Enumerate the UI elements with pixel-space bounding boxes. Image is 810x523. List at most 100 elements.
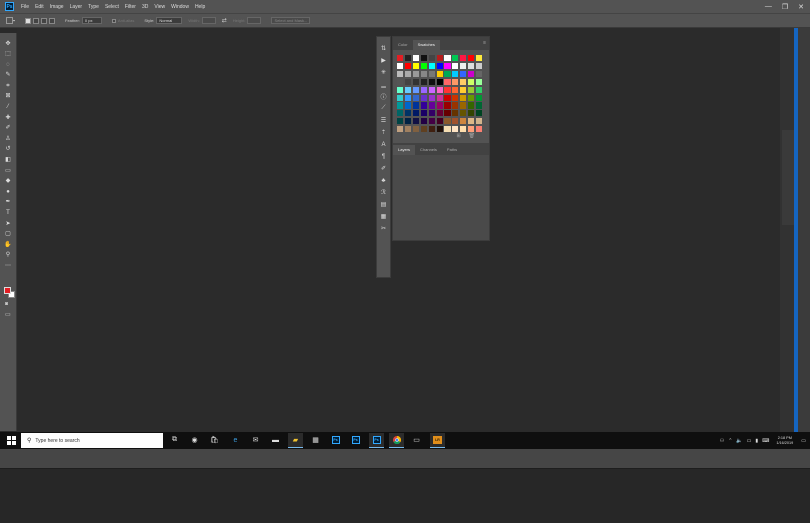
swatch[interactable] [460, 78, 467, 85]
quick-selection-icon[interactable]: ✎ [3, 71, 14, 80]
swatch[interactable] [452, 118, 459, 125]
brush-settings-icon[interactable]: ⟋ [379, 104, 389, 113]
swatch[interactable] [436, 55, 443, 62]
crop-icon[interactable]: ⌗ [3, 81, 14, 90]
swatch[interactable] [452, 78, 459, 85]
swatch[interactable] [460, 126, 467, 133]
panel-menu-icon[interactable]: ≡ [483, 40, 486, 46]
glyphs-panel-icon[interactable]: ℛ [379, 188, 389, 197]
mail-icon[interactable]: ✉ [248, 433, 263, 447]
tab-layers[interactable]: Layers [393, 145, 416, 155]
swatch[interactable] [397, 78, 404, 85]
swatch[interactable] [452, 126, 459, 133]
terminal-icon[interactable]: ▬ [268, 433, 283, 447]
swatch[interactable] [397, 102, 404, 109]
paragraph-panel-icon[interactable]: ¶ [379, 152, 389, 161]
lightroom-taskbar-icon[interactable]: LR [430, 433, 445, 448]
eraser-icon[interactable]: ◧ [3, 156, 14, 165]
swatch[interactable] [476, 110, 483, 117]
feather-input[interactable]: 0 px [81, 17, 102, 24]
swatch[interactable] [428, 86, 435, 93]
swatch[interactable] [436, 70, 443, 77]
collapsed-panel[interactable] [782, 130, 794, 225]
volume-icon[interactable]: 🔈 [736, 438, 742, 444]
swatch[interactable] [444, 94, 451, 101]
swatch[interactable] [397, 70, 404, 77]
menu-type[interactable]: Type [85, 4, 102, 10]
libraries-panel-icon[interactable]: ▤ [379, 200, 389, 209]
swatch[interactable] [404, 102, 412, 109]
swatch[interactable] [460, 62, 467, 70]
swatch[interactable] [428, 55, 435, 62]
swatch[interactable] [412, 118, 419, 125]
swatch[interactable] [428, 110, 435, 117]
swatch[interactable] [476, 62, 483, 70]
swatch[interactable] [468, 70, 475, 77]
swatch[interactable] [460, 110, 467, 117]
path-selection-icon[interactable]: ➤ [3, 219, 14, 228]
swatch[interactable] [460, 55, 467, 62]
swatch[interactable] [420, 102, 427, 109]
swatch[interactable] [444, 102, 451, 109]
swap-icon[interactable]: ⇄ [222, 17, 227, 24]
history-panel-icon[interactable]: ⇅ [379, 44, 389, 53]
calculator-icon[interactable]: ▦ [308, 433, 323, 447]
antialias-control[interactable]: Anti-alias [111, 18, 134, 23]
foreground-color-swatch[interactable] [4, 287, 11, 294]
swatch[interactable] [444, 55, 451, 62]
taskbar-clock[interactable]: 2:18 PM 1/16/2019 [776, 436, 793, 445]
swatch[interactable] [444, 62, 451, 70]
swatch[interactable] [452, 70, 459, 77]
zoom-icon[interactable]: ⚲ [3, 251, 14, 260]
swatch[interactable] [412, 110, 419, 117]
swatch[interactable] [460, 94, 467, 101]
actions-panel-icon[interactable]: ▶ [379, 56, 389, 65]
character-panel-icon[interactable]: A [379, 140, 389, 149]
swatch[interactable] [412, 70, 419, 77]
swatch[interactable] [404, 118, 412, 125]
menu-layer[interactable]: Layer [67, 4, 86, 10]
swatch[interactable] [404, 94, 412, 101]
swatch[interactable] [412, 102, 419, 109]
rectangular-marquee-icon[interactable]: ⬚ [3, 50, 14, 59]
swatch[interactable] [436, 118, 443, 125]
hand-icon[interactable]: ✋ [3, 240, 14, 249]
swatch[interactable] [444, 118, 451, 125]
swatch[interactable] [452, 55, 459, 62]
swatch[interactable] [404, 55, 412, 62]
swatch[interactable] [476, 78, 483, 85]
select-and-mask[interactable]: Select and Mask... [271, 17, 311, 24]
swatch[interactable] [412, 55, 419, 62]
transform-panel-icon[interactable]: ⇡ [379, 128, 389, 137]
swatch[interactable] [420, 110, 427, 117]
tab-swatches[interactable]: Swatches [412, 40, 440, 50]
swatch[interactable] [420, 70, 427, 77]
swatch[interactable] [420, 55, 427, 62]
antialias-checkbox[interactable] [111, 18, 116, 23]
swatch[interactable] [476, 94, 483, 101]
swatch[interactable] [412, 62, 419, 70]
swatch[interactable] [397, 118, 404, 125]
intersect-selection-icon[interactable] [49, 17, 55, 24]
swatch[interactable] [468, 78, 475, 85]
swatch[interactable] [404, 110, 412, 117]
network-icon[interactable]: ▭ [747, 438, 752, 444]
swatch[interactable] [476, 118, 483, 125]
layers-list[interactable] [393, 155, 489, 240]
swatch[interactable] [428, 118, 435, 125]
swatch[interactable] [404, 70, 412, 77]
pen-icon[interactable]: ✒ [3, 198, 14, 207]
swatch[interactable] [476, 86, 483, 93]
command-prompt-icon[interactable]: ▭ [409, 433, 424, 447]
taskbar-search-box[interactable]: ⚲ Type here to search [21, 433, 163, 448]
type-tool-icon[interactable]: T [3, 209, 14, 218]
swatch[interactable] [452, 94, 459, 101]
swatch[interactable] [468, 102, 475, 109]
task-view-icon[interactable]: ⧉ [167, 433, 182, 447]
language-icon[interactable]: ⌨ [762, 438, 769, 444]
swatch[interactable] [452, 102, 459, 109]
swatch[interactable] [436, 94, 443, 101]
menu-select[interactable]: Select [102, 4, 122, 10]
swatch[interactable] [436, 62, 443, 70]
swatch[interactable] [460, 86, 467, 93]
